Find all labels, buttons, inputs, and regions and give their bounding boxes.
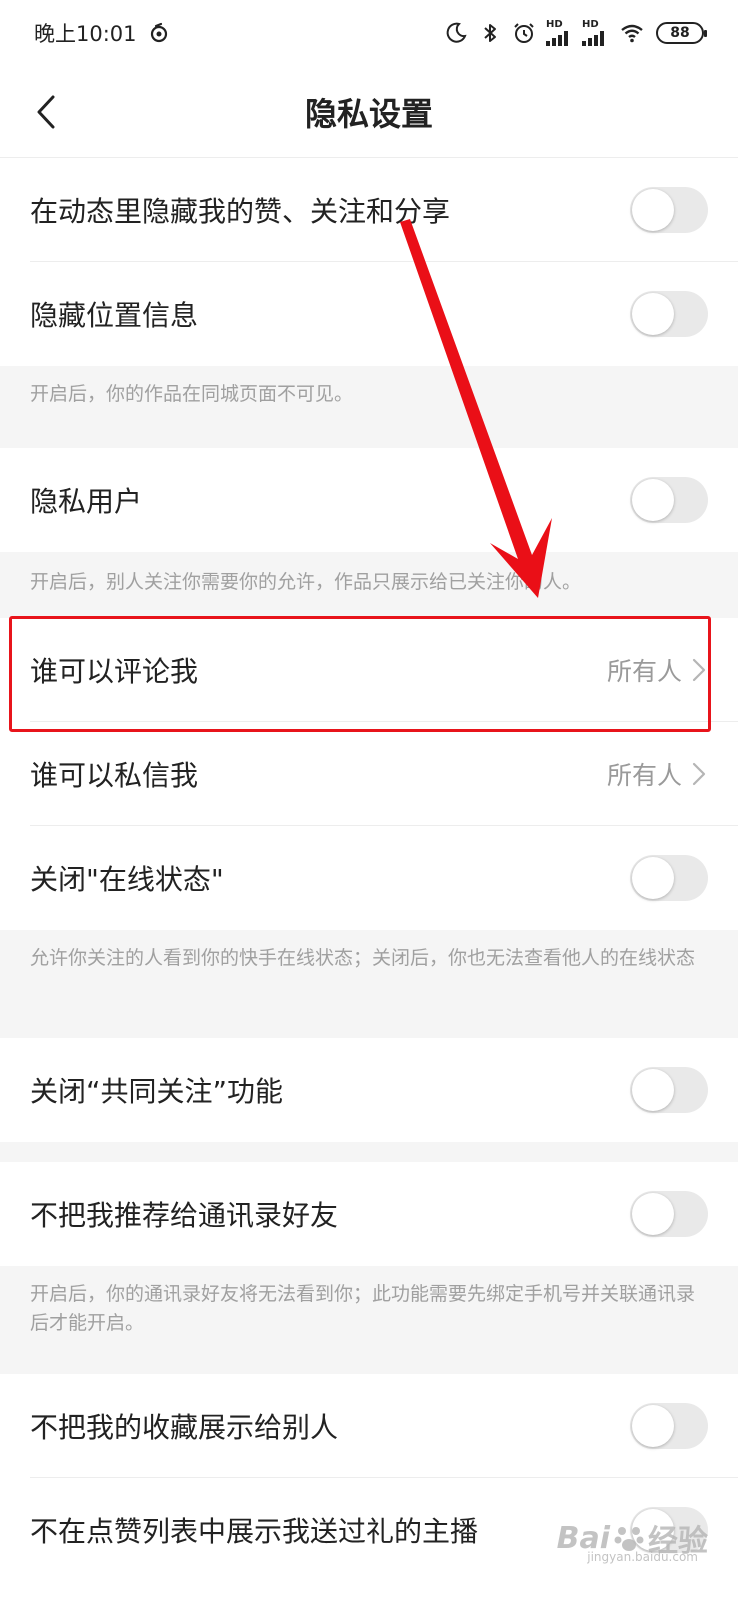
toggle-knob (632, 1193, 674, 1235)
setting-label: 隐私用户 (30, 485, 143, 518)
app-notification-icon (150, 22, 167, 43)
alarm-icon (514, 23, 534, 43)
hide-location-toggle[interactable] (630, 291, 708, 337)
hide-location-note: 开启后，你的作品在同城页面不可见。 (0, 366, 738, 448)
moon-icon (446, 22, 467, 43)
status-bar: 晚上10:01 HD HD 88 (0, 0, 738, 66)
toggle-knob (632, 189, 674, 231)
no-contact-recommend-note: 开启后，你的通讯录好友将无法看到你；此功能需要先绑定手机号并关联通讯录后才能开启… (0, 1266, 738, 1374)
no-contact-recommend-toggle[interactable] (630, 1191, 708, 1237)
setting-hide-location: 隐藏位置信息 (0, 262, 738, 366)
setting-who-can-message[interactable]: 谁可以私信我 所有人 (0, 722, 738, 826)
setting-mutual-follow: 关闭“共同关注”功能 (0, 1038, 738, 1142)
status-right: HD HD 88 (444, 20, 707, 46)
battery-level: 88 (670, 25, 690, 41)
note-text: 允许你关注的人看到你的快手在线状态；关闭后，你也无法查看他人的在线状态 (30, 947, 696, 969)
setting-label: 关闭"在线状态" (30, 863, 224, 896)
hide-activity-toggle[interactable] (630, 187, 708, 233)
note-text: 开启后，你的作品在同城页面不可见。 (30, 383, 354, 405)
toggle-knob (632, 1405, 674, 1447)
setting-label: 不在点赞列表中展示我送过礼的主播 (30, 1515, 479, 1548)
message-permission-value: 所有人 (606, 761, 682, 790)
status-left: 晚上10:01 (34, 18, 171, 48)
back-arrow-icon (37, 95, 55, 129)
chevron-right-icon (692, 658, 706, 682)
wifi-icon (621, 24, 643, 43)
comment-permission-value: 所有人 (606, 657, 682, 686)
online-status-note: 允许你关注的人看到你的快手在线状态；关闭后，你也无法查看他人的在线状态 (0, 930, 738, 1038)
note-text: 开启后，你的通讯录好友将无法看到你；此功能需要先绑定手机号并关联通讯录后才能开启… (30, 1283, 696, 1334)
settings-list: 在动态里隐藏我的赞、关注和分享 隐藏位置信息 开启后，你的作品在同城页面不可见。… (0, 158, 738, 1582)
toggle-knob (632, 293, 674, 335)
cell-signal-icon (546, 31, 568, 46)
baidu-watermark: Bai 经验 jingyan.baidu.com (557, 1516, 708, 1565)
private-user-note: 开启后，别人关注你需要你的允许，作品只展示给已关注你的人。 (0, 552, 738, 618)
mutual-follow-toggle[interactable] (630, 1067, 708, 1113)
note-text: 开启后，别人关注你需要你的允许，作品只展示给已关注你的人。 (30, 571, 582, 593)
status-time: 晚上10:01 (34, 22, 137, 46)
hd-label-2: HD (582, 19, 599, 30)
page-title: 隐私设置 (304, 94, 433, 133)
setting-label: 谁可以评论我 (30, 655, 199, 688)
section-gap (0, 1142, 738, 1162)
setting-label: 在动态里隐藏我的赞、关注和分享 (30, 195, 451, 228)
watermark-url: jingyan.baidu.com (587, 1550, 698, 1564)
nav-header: 隐私设置 (0, 66, 738, 158)
back-button[interactable] (24, 90, 68, 134)
setting-hide-activity: 在动态里隐藏我的赞、关注和分享 (0, 158, 738, 262)
private-user-toggle[interactable] (630, 477, 708, 523)
setting-label: 隐藏位置信息 (30, 299, 199, 332)
setting-hide-favorites: 不把我的收藏展示给别人 (0, 1374, 738, 1478)
hide-favorites-toggle[interactable] (630, 1403, 708, 1449)
bluetooth-icon (484, 24, 496, 42)
battery-indicator: 88 (656, 22, 707, 44)
setting-label: 谁可以私信我 (30, 759, 199, 792)
setting-label: 不把我的收藏展示给别人 (30, 1411, 339, 1444)
paw-icon (614, 1527, 644, 1551)
signal-1: HD (546, 20, 572, 46)
toggle-knob (632, 1069, 674, 1111)
setting-label: 关闭“共同关注”功能 (30, 1075, 284, 1108)
setting-online-status: 关闭"在线状态" (0, 826, 738, 930)
cell-signal-icon (582, 31, 604, 46)
chevron-right-icon (692, 762, 706, 786)
toggle-knob (632, 479, 674, 521)
toggle-knob (632, 857, 674, 899)
setting-no-contact-recommend: 不把我推荐给通讯录好友 (0, 1162, 738, 1266)
online-status-toggle[interactable] (630, 855, 708, 901)
setting-private-user: 隐私用户 (0, 448, 738, 552)
signal-2: HD (582, 20, 608, 46)
setting-who-can-comment[interactable]: 谁可以评论我 所有人 (0, 618, 738, 722)
setting-label: 不把我推荐给通讯录好友 (30, 1199, 339, 1232)
hd-label-1: HD (546, 19, 563, 30)
